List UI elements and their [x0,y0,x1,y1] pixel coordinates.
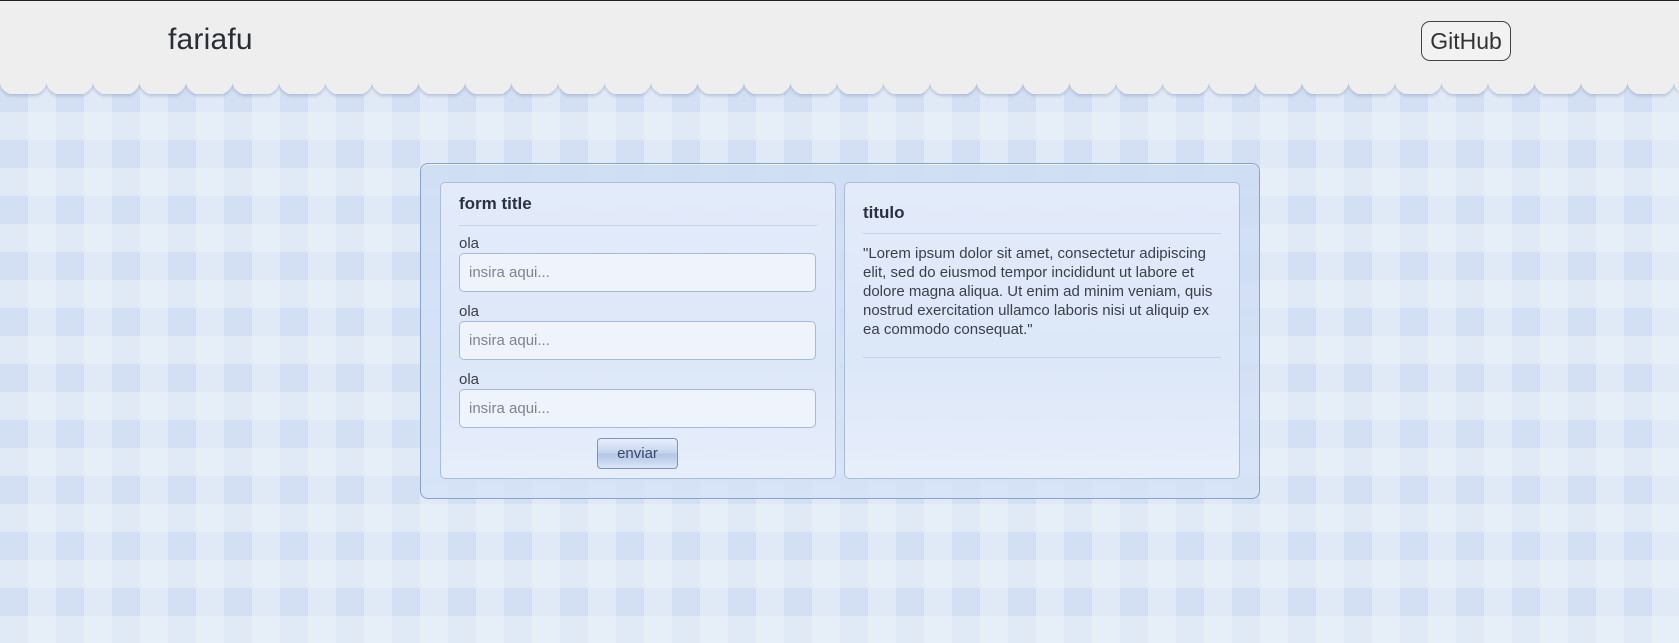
text-card-title-divider [863,233,1221,234]
text-card-title: titulo [863,203,905,222]
form-title-divider [459,225,817,226]
text-input-3[interactable] [459,389,816,428]
field-label-2: ola [459,303,480,320]
form-title: form title [459,194,532,213]
field-label-1: ola [459,235,480,252]
field-label-3: ola [459,371,480,388]
submit-button[interactable]: enviar [597,438,678,469]
scalloped-border [0,74,1679,100]
brand-logo-text[interactable]: fariafu [168,23,253,57]
github-button[interactable]: GitHub [1421,21,1511,61]
top-navbar: fariafu GitHub [0,0,1679,82]
lorem-paragraph: "Lorem ipsum dolor sit amet, consectetur… [863,245,1213,338]
text-card: titulo "Lorem ipsum dolor sit amet, cons… [844,182,1240,479]
text-input-1[interactable] [459,253,816,292]
form-card: form title ola ola ola enviar [440,182,836,479]
content-panel: form title ola ola ola enviar titulo "Lo… [420,163,1260,499]
text-input-2[interactable] [459,321,816,360]
text-card-bottom-divider [863,357,1221,358]
